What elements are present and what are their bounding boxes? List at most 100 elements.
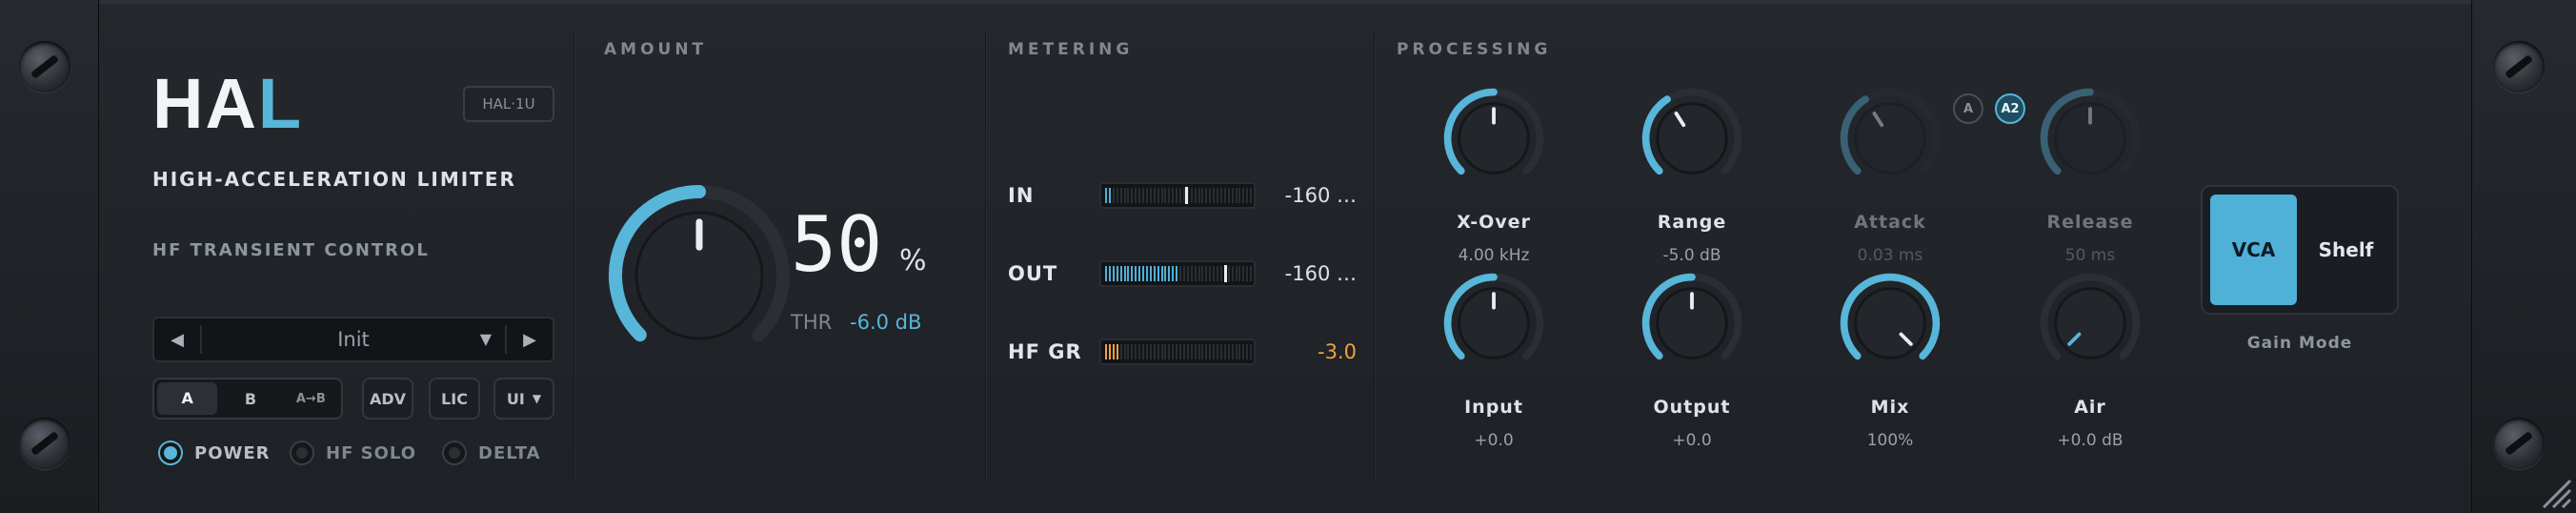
resize-grip-icon[interactable] xyxy=(2538,475,2572,509)
meter-segment xyxy=(1250,188,1253,203)
meter-segment xyxy=(1108,188,1111,203)
meter-segment xyxy=(1238,344,1241,359)
threshold-value[interactable]: -6.0 dB xyxy=(850,311,921,334)
rotary-knob[interactable] xyxy=(1838,86,1942,191)
section-title-processing: PROCESSING xyxy=(1397,40,1552,59)
model-badge: HAL·1U xyxy=(463,86,554,122)
meter-segment xyxy=(1112,344,1115,359)
power-toggle[interactable]: POWER xyxy=(158,441,271,465)
divider xyxy=(1374,32,1376,481)
meter-segment xyxy=(1235,266,1238,281)
ui-menu-button[interactable]: UI ▼ xyxy=(493,378,554,420)
right-rack-ear xyxy=(2471,0,2576,513)
left-rack-ear xyxy=(0,0,99,513)
meter-row-in: IN -160 … xyxy=(1008,181,1357,210)
meter-segment xyxy=(1176,188,1178,203)
meter-segment xyxy=(1119,266,1122,281)
knob-value[interactable]: +0.0 xyxy=(1399,431,1589,450)
knob-label: Release xyxy=(2046,212,2134,233)
meter-segment xyxy=(1238,188,1241,203)
meter-segment xyxy=(1217,344,1218,359)
meter-segment xyxy=(1217,266,1218,281)
rotary-knob[interactable] xyxy=(1640,86,1744,191)
rotary-knob[interactable] xyxy=(1838,271,1942,376)
meter-segment xyxy=(1235,188,1238,203)
preset-prev-button[interactable]: ◀ xyxy=(154,330,200,350)
preset-next-button[interactable]: ▶ xyxy=(507,330,553,350)
rotary-knob[interactable] xyxy=(2038,271,2143,376)
meter-segment xyxy=(1213,266,1216,281)
meter-segment xyxy=(1142,188,1144,203)
meter-segment xyxy=(1157,266,1159,281)
rotary-knob[interactable] xyxy=(2038,86,2143,191)
meter-segment xyxy=(1123,188,1126,203)
attack-mode-a-button[interactable]: A xyxy=(1953,93,1983,124)
rotary-knob[interactable] xyxy=(1441,271,1546,376)
advanced-button[interactable]: ADV xyxy=(362,378,413,420)
meter-segment xyxy=(1131,188,1134,203)
vca-mode-button[interactable]: VCA xyxy=(2210,195,2297,305)
meter-segment xyxy=(1145,344,1148,359)
meter-segment xyxy=(1153,344,1156,359)
shelf-mode-button[interactable]: Shelf xyxy=(2303,195,2389,305)
meter-segment xyxy=(1205,188,1208,203)
knob-label: X-Over xyxy=(1457,212,1531,233)
meter-readout: -3.0 xyxy=(1318,340,1357,363)
meter-segment xyxy=(1201,266,1204,281)
rotary-knob[interactable] xyxy=(1640,271,1744,376)
meter-segment xyxy=(1123,266,1126,281)
knob-value[interactable]: +0.0 dB xyxy=(1995,431,2185,450)
meter-segment xyxy=(1127,266,1130,281)
meter-segment xyxy=(1223,188,1226,203)
knob-value[interactable]: 4.00 kHz xyxy=(1399,246,1589,265)
hf-solo-toggle[interactable]: HF SOLO xyxy=(290,441,416,465)
copy-a-to-b-button[interactable]: A→B xyxy=(281,392,341,406)
meter-segment xyxy=(1209,266,1212,281)
meter-segment xyxy=(1213,188,1216,203)
meter-segment xyxy=(1194,266,1197,281)
amount-value[interactable]: 50 xyxy=(791,200,882,289)
knob-value[interactable]: 0.03 ms xyxy=(1795,246,1985,265)
meter-segment xyxy=(1197,266,1200,281)
meter-segment xyxy=(1135,188,1137,203)
knob-value[interactable]: 50 ms xyxy=(1995,246,2185,265)
meter-readout: -160 … xyxy=(1284,184,1357,207)
b-button[interactable]: B xyxy=(220,390,280,408)
knob-value[interactable]: +0.0 xyxy=(1597,431,1787,450)
attack-mode-a2-button[interactable]: A2 xyxy=(1995,93,2025,124)
meter-segment xyxy=(1149,266,1152,281)
license-button[interactable]: LIC xyxy=(429,378,480,420)
meter-segment xyxy=(1108,266,1111,281)
meter-segment xyxy=(1186,344,1189,359)
knob-value[interactable]: 100% xyxy=(1795,431,1985,450)
meter-segment xyxy=(1242,266,1245,281)
screw-icon xyxy=(2493,418,2545,469)
meter-segment xyxy=(1201,188,1204,203)
meter-segment xyxy=(1145,188,1148,203)
chevron-down-icon: ▼ xyxy=(532,392,542,405)
meter-segment xyxy=(1127,344,1130,359)
knob-value[interactable]: -5.0 dB xyxy=(1597,246,1787,265)
meter-segment xyxy=(1190,266,1193,281)
meter-segment xyxy=(1235,344,1238,359)
amount-knob[interactable] xyxy=(604,180,795,371)
meter-segment xyxy=(1231,344,1234,359)
meter-segment xyxy=(1201,344,1204,359)
knob-label: Range xyxy=(1657,212,1727,233)
meter-segment xyxy=(1142,344,1144,359)
gain-mode-switch: VCA Shelf xyxy=(2201,185,2399,315)
meter-segment xyxy=(1160,344,1163,359)
power-indicator-icon xyxy=(158,441,183,465)
delta-toggle[interactable]: DELTA xyxy=(442,441,541,465)
meter-segment xyxy=(1213,344,1216,359)
meter-segment xyxy=(1205,344,1208,359)
meter-label: HF GR xyxy=(1008,340,1082,363)
meter-segment xyxy=(1105,188,1107,203)
meter-segment xyxy=(1164,188,1167,203)
meter-segment xyxy=(1168,344,1171,359)
preset-name-dropdown[interactable]: Init ▼ xyxy=(200,325,507,354)
rotary-knob[interactable] xyxy=(1441,86,1546,191)
a-button[interactable]: A xyxy=(157,382,218,415)
meter-segment xyxy=(1112,188,1115,203)
section-title-metering: METERING xyxy=(1008,40,1134,59)
